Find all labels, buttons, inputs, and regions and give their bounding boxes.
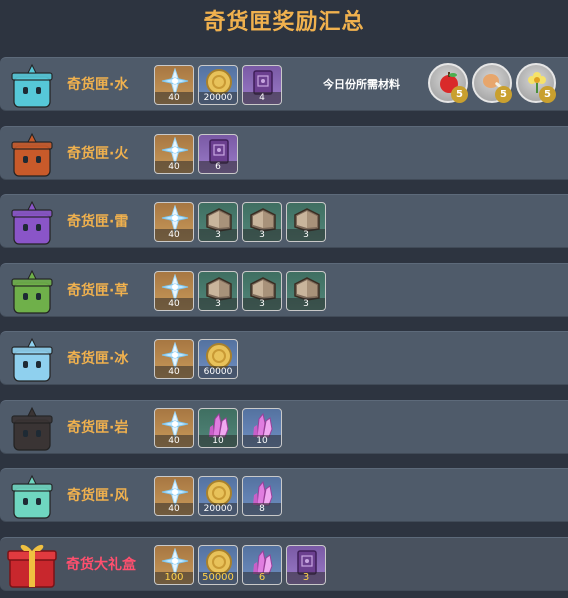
electro-box-icon bbox=[6, 198, 58, 246]
anemo-box-icon bbox=[6, 472, 58, 520]
reward-items: 40 3 3 3 bbox=[154, 202, 326, 242]
reward-item[interactable]: 8 bbox=[242, 476, 282, 516]
item-count: 3 bbox=[287, 297, 325, 310]
item-count: 3 bbox=[199, 229, 237, 241]
reward-item[interactable]: 40 bbox=[154, 476, 194, 516]
reward-items: 40 60000 bbox=[154, 339, 238, 379]
reward-items: 40 3 3 3 bbox=[154, 270, 326, 311]
reward-item[interactable]: 50000 bbox=[198, 544, 238, 585]
item-count: 60000 bbox=[199, 366, 237, 378]
material-item[interactable]: 5 bbox=[516, 63, 556, 103]
box-name: 奇货大礼盒 bbox=[66, 556, 136, 573]
material-count: 5 bbox=[451, 86, 468, 103]
item-count: 10 bbox=[243, 434, 281, 447]
reward-row: 奇货匣·风 40 20000 8 bbox=[0, 468, 568, 522]
reward-item[interactable]: 10 bbox=[242, 407, 282, 448]
geo-box-icon bbox=[6, 404, 58, 452]
reward-item[interactable]: 10 bbox=[198, 407, 238, 448]
reward-item[interactable]: 100 bbox=[154, 544, 194, 585]
reward-row: 奇货匣·火 40 6 bbox=[0, 125, 568, 180]
reward-item[interactable]: 3 bbox=[198, 270, 238, 311]
item-count: 10 bbox=[199, 434, 237, 447]
item-count: 6 bbox=[243, 571, 281, 584]
item-count: 3 bbox=[287, 229, 325, 241]
reward-item[interactable]: 40 bbox=[154, 270, 194, 311]
reward-item[interactable]: 40 bbox=[154, 133, 194, 174]
item-count: 40 bbox=[155, 434, 193, 447]
box-name: 奇货匣·水 bbox=[67, 77, 129, 93]
reward-item[interactable]: 3 bbox=[198, 202, 238, 242]
item-count: 40 bbox=[155, 366, 193, 378]
reward-item[interactable]: 20000 bbox=[198, 476, 238, 516]
item-count: 20000 bbox=[199, 503, 237, 515]
item-count: 6 bbox=[199, 160, 237, 173]
box-name: 奇货匣·草 bbox=[67, 282, 129, 299]
water-box-icon bbox=[6, 61, 58, 109]
box-name: 奇货匣·火 bbox=[67, 145, 129, 162]
material-count: 5 bbox=[495, 86, 512, 103]
item-count: 100 bbox=[155, 571, 193, 584]
reward-item[interactable]: 3 bbox=[242, 270, 282, 311]
required-materials: 5 5 5 bbox=[428, 63, 556, 103]
reward-item[interactable]: 40 bbox=[154, 202, 194, 242]
gift-box-icon bbox=[6, 541, 58, 589]
material-item[interactable]: 5 bbox=[472, 63, 512, 103]
reward-items: 40 20000 8 bbox=[154, 476, 282, 516]
reward-item[interactable]: 3 bbox=[286, 544, 326, 585]
item-count: 3 bbox=[243, 229, 281, 241]
reward-item[interactable]: 60000 bbox=[198, 339, 238, 379]
item-count: 40 bbox=[155, 229, 193, 241]
material-item[interactable]: 5 bbox=[428, 63, 468, 103]
item-count: 40 bbox=[155, 160, 193, 173]
reward-item[interactable]: 4 bbox=[242, 65, 282, 105]
reward-item[interactable]: 3 bbox=[242, 202, 282, 242]
item-count: 8 bbox=[243, 503, 281, 515]
reward-item[interactable]: 40 bbox=[154, 339, 194, 379]
item-count: 3 bbox=[199, 297, 237, 310]
item-count: 40 bbox=[155, 297, 193, 310]
reward-row: 奇货匣·水 40 20000 4 今日份所需材料 5 5 5 bbox=[0, 57, 568, 111]
item-count: 20000 bbox=[199, 92, 237, 104]
item-count: 3 bbox=[287, 571, 325, 584]
item-count: 50000 bbox=[199, 571, 237, 584]
reward-item[interactable]: 3 bbox=[286, 270, 326, 311]
reward-item[interactable]: 40 bbox=[154, 407, 194, 448]
reward-row: 奇货匣·雷 40 3 3 3 bbox=[0, 194, 568, 248]
material-count: 5 bbox=[539, 86, 556, 103]
cryo-box-icon bbox=[6, 335, 58, 383]
item-count: 40 bbox=[155, 92, 193, 104]
reward-item[interactable]: 40 bbox=[154, 65, 194, 105]
box-name: 奇货匣·岩 bbox=[67, 419, 129, 436]
reward-item[interactable]: 6 bbox=[242, 544, 282, 585]
box-name: 奇货匣·雷 bbox=[67, 214, 129, 230]
reward-row: 奇货匣·草 40 3 3 3 bbox=[0, 262, 568, 317]
reward-items: 40 6 bbox=[154, 133, 238, 174]
fire-box-icon bbox=[6, 130, 58, 178]
reward-items: 40 10 10 bbox=[154, 407, 282, 448]
reward-row: 奇货匣·冰 40 60000 bbox=[0, 331, 568, 385]
box-name: 奇货匣·冰 bbox=[67, 351, 129, 367]
item-count: 3 bbox=[243, 297, 281, 310]
reward-row: 奇货大礼盒 100 50000 6 3 bbox=[0, 536, 568, 591]
dendro-box-icon bbox=[6, 267, 58, 315]
box-name: 奇货匣·风 bbox=[67, 488, 129, 504]
reward-items: 100 50000 6 3 bbox=[154, 544, 326, 585]
page-title: 奇货匣奖励汇总 bbox=[203, 10, 365, 35]
reward-item[interactable]: 20000 bbox=[198, 65, 238, 105]
reward-item[interactable]: 6 bbox=[198, 133, 238, 174]
item-count: 40 bbox=[155, 503, 193, 515]
reward-row: 奇货匣·岩 40 10 10 bbox=[0, 399, 568, 454]
required-materials-label: 今日份所需材料 bbox=[323, 78, 400, 91]
reward-item[interactable]: 3 bbox=[286, 202, 326, 242]
reward-items: 40 20000 4 bbox=[154, 65, 282, 105]
item-count: 4 bbox=[243, 92, 281, 104]
